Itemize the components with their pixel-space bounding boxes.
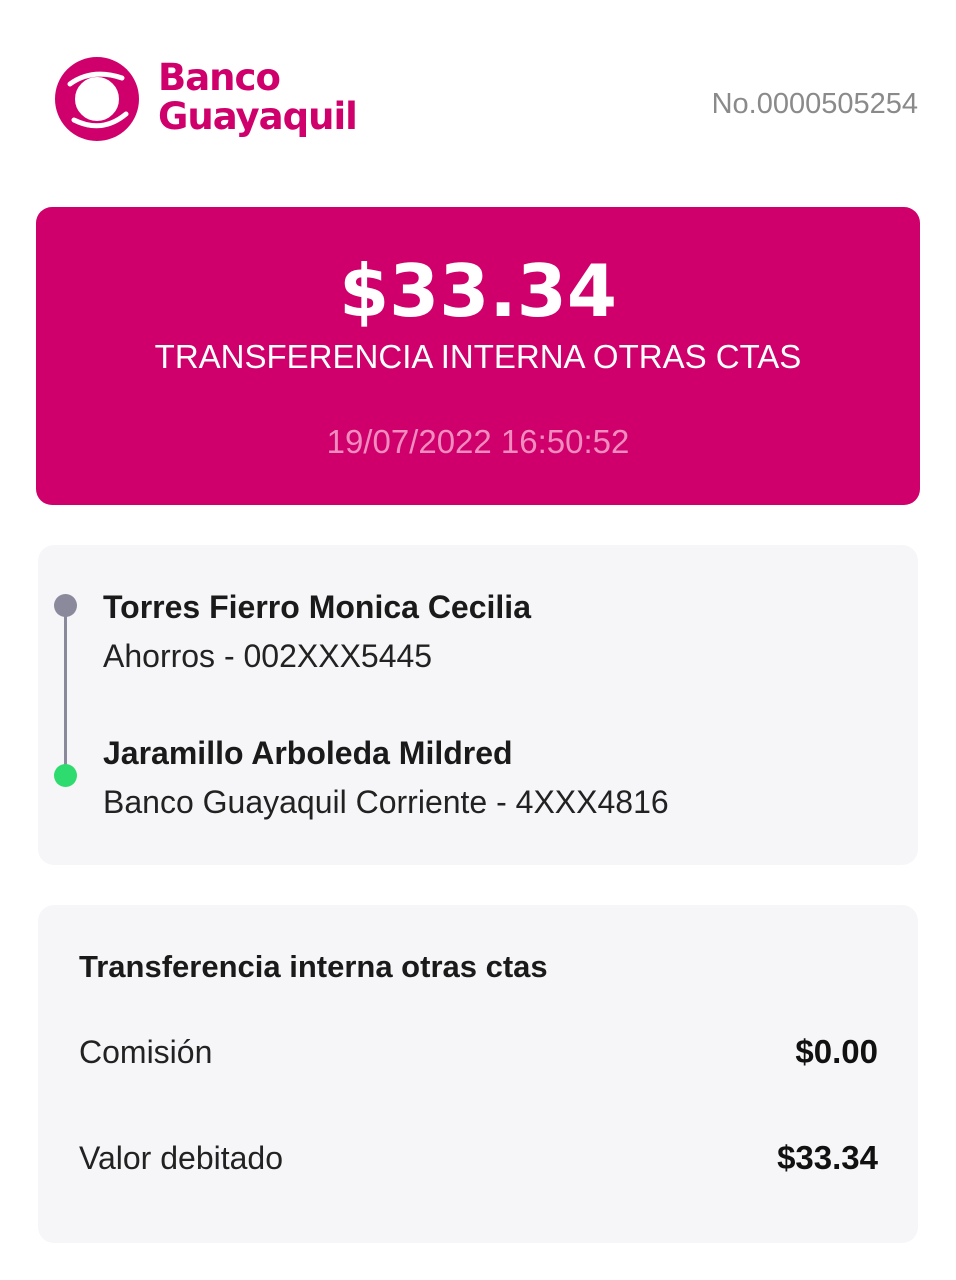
transaction-datetime: 19/07/2022 16:50:52 — [326, 423, 630, 460]
origin-name: Torres Fierro Monica Cecilia — [103, 589, 531, 625]
origin-dot-icon — [54, 594, 77, 617]
commission-label: Comisión — [79, 1034, 213, 1070]
brand-line-2: Guayaquil — [158, 95, 358, 138]
receipt-number: No.0000505254 — [711, 88, 918, 120]
commission-value: $0.00 — [795, 1033, 878, 1070]
amount-card: $33.34 TRANSFERENCIA INTERNA OTRAS CTAS … — [36, 207, 920, 505]
bank-logo-wordmark: Banco Guayaquil — [158, 56, 358, 138]
parties-card: Torres Fierro Monica Cecilia Ahorros - 0… — [38, 545, 918, 865]
transfer-amount: $33.34 — [339, 249, 617, 333]
bank-logo-icon — [55, 57, 139, 141]
transfer-timeline-line — [64, 607, 67, 777]
origin-account: Ahorros - 002XXX5445 — [103, 638, 433, 674]
details-card: Transferencia interna otras ctas Comisió… — [38, 905, 918, 1243]
brand-line-1: Banco — [158, 56, 281, 99]
bank-logo: Banco Guayaquil — [52, 54, 397, 146]
debited-amount-label: Valor debitado — [79, 1140, 283, 1176]
details-title: Transferencia interna otras ctas — [79, 949, 548, 984]
transaction-type: TRANSFERENCIA INTERNA OTRAS CTAS — [154, 338, 802, 375]
destination-name: Jaramillo Arboleda Mildred — [103, 735, 513, 771]
destination-account: Banco Guayaquil Corriente - 4XXX4816 — [103, 784, 669, 820]
destination-dot-icon — [54, 764, 77, 787]
debited-amount-value: $33.34 — [777, 1139, 878, 1176]
